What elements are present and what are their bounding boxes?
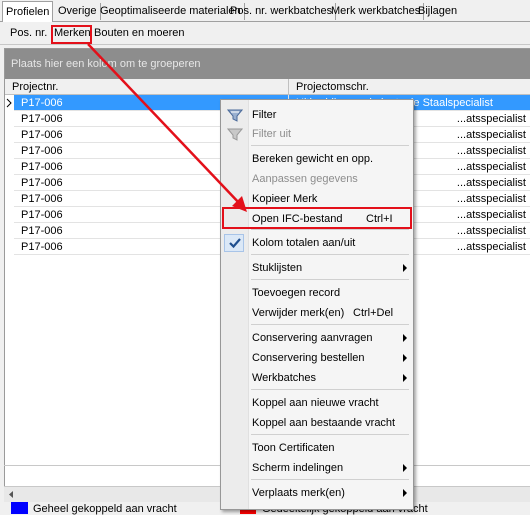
annotation-arrow-icon xyxy=(87,43,247,212)
